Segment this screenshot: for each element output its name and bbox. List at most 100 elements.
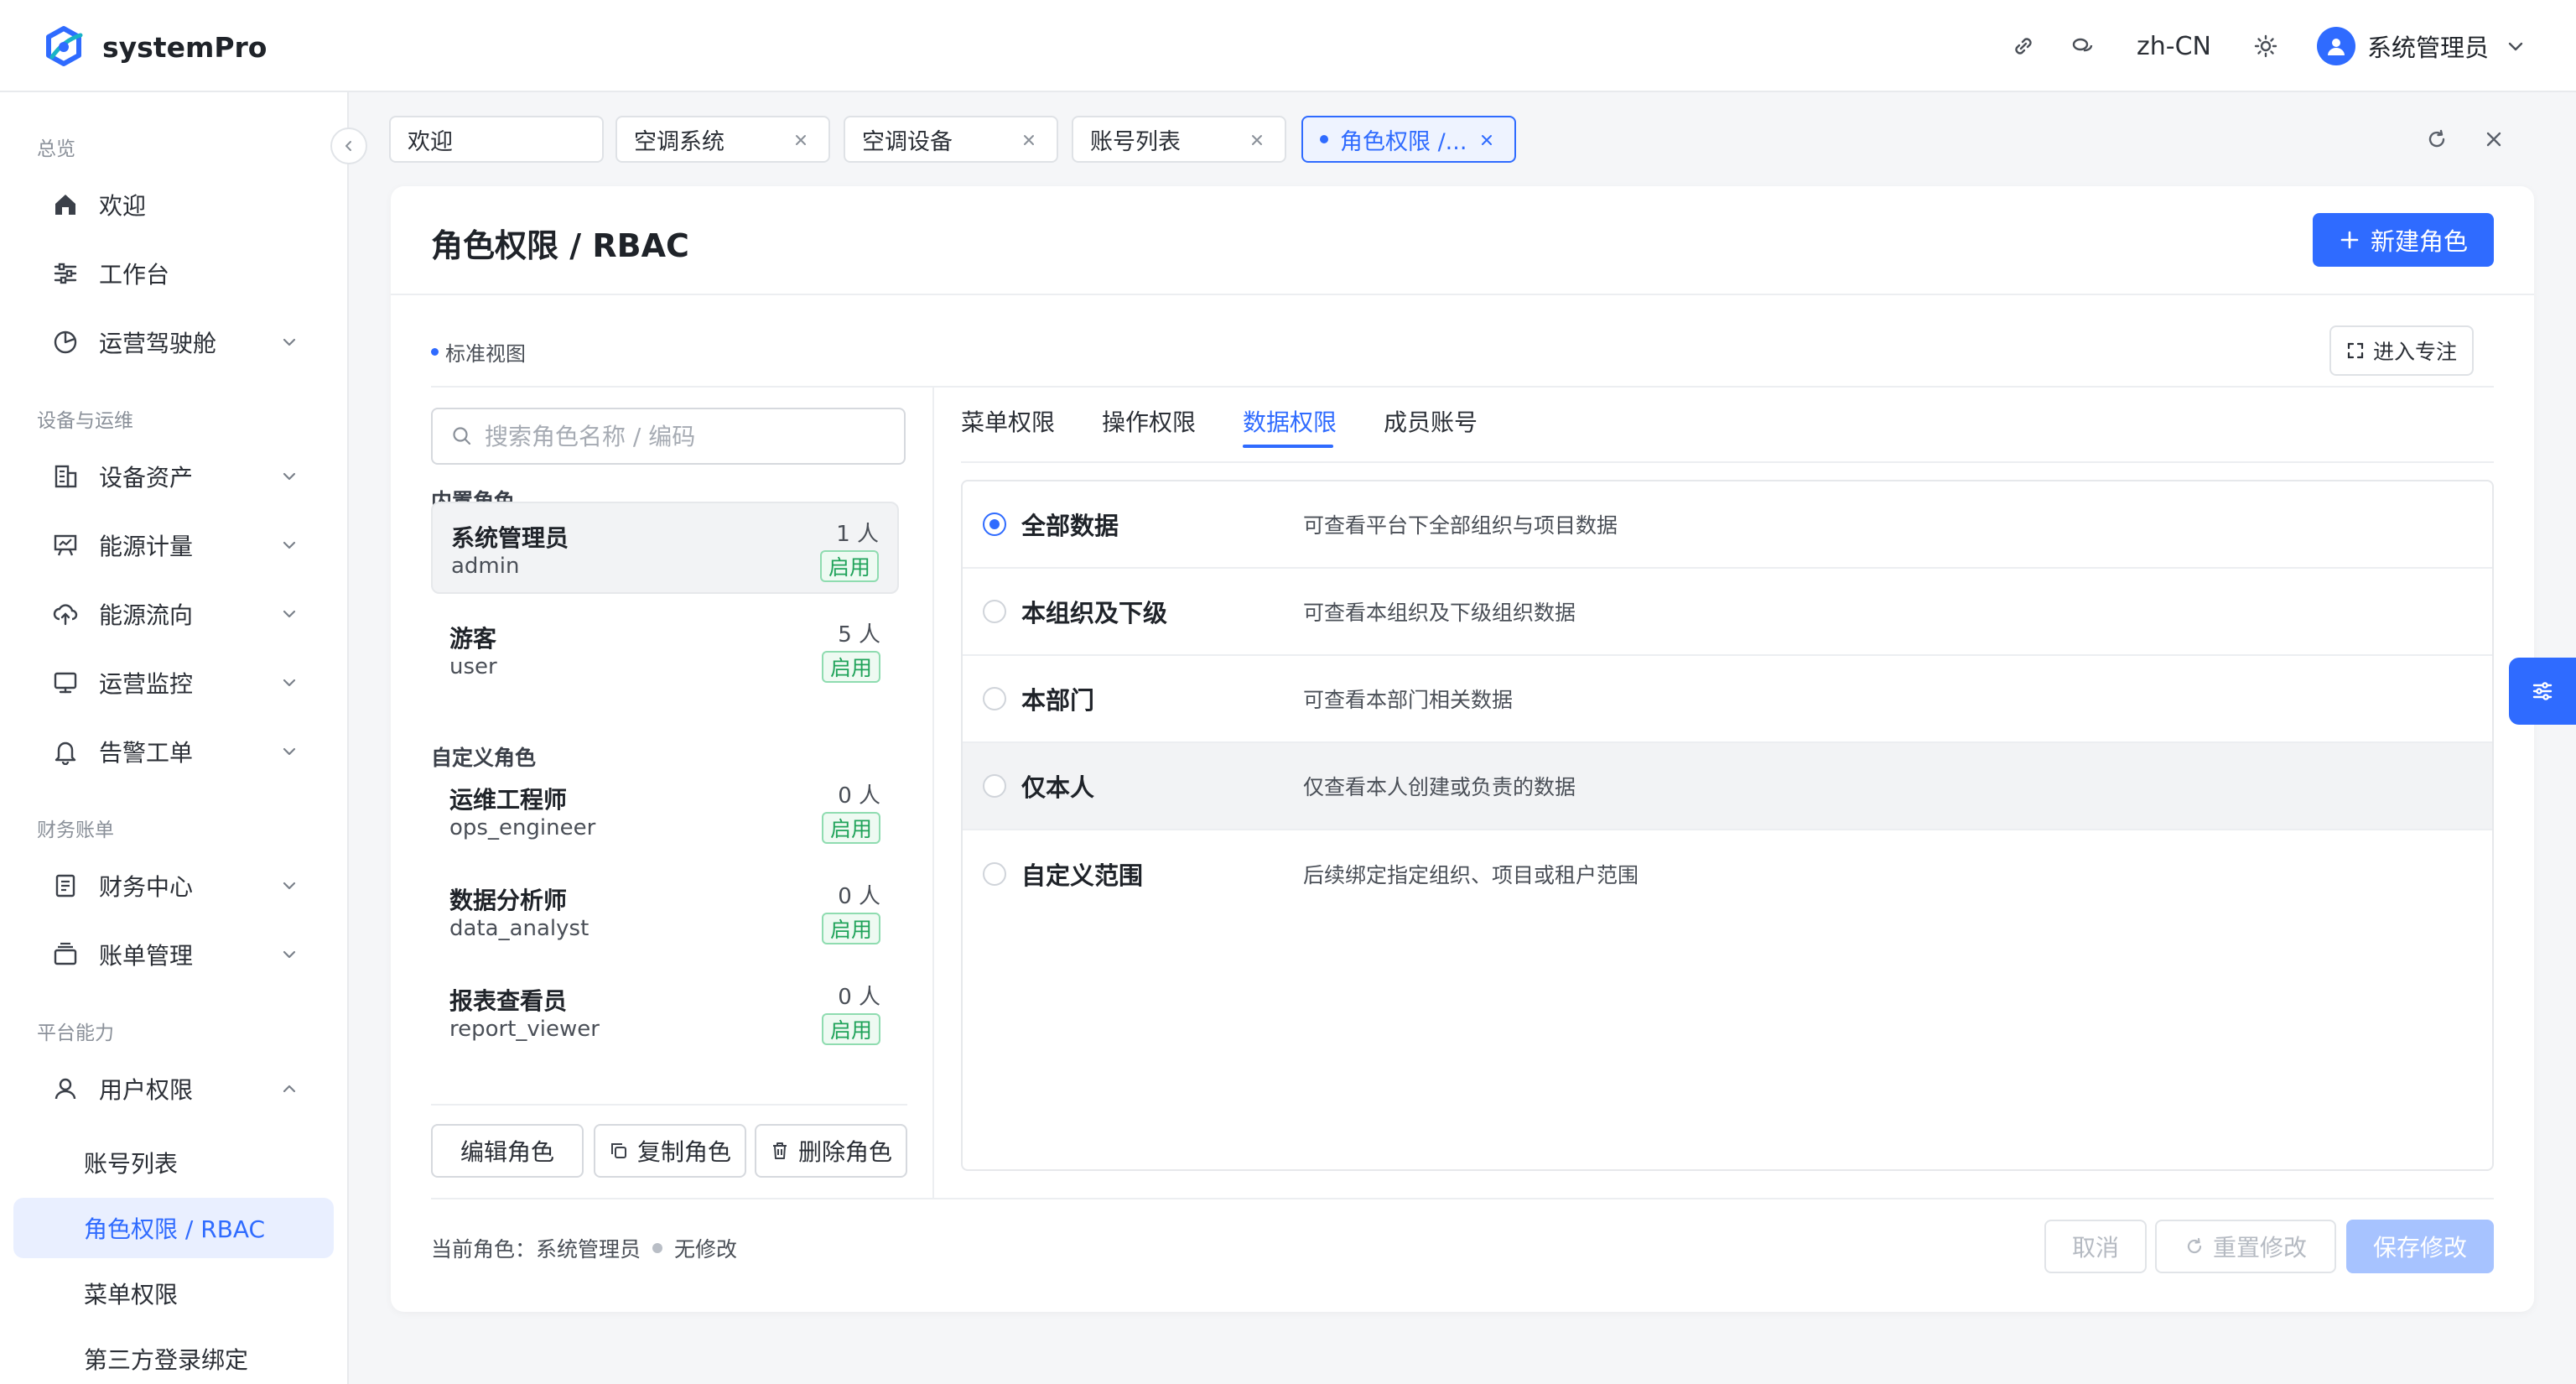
- tab-menu-permissions[interactable]: 菜单权限: [961, 404, 1055, 438]
- data-scope-row-department[interactable]: 本部门 可查看本部门相关数据: [963, 656, 2492, 743]
- sidebar-subitem-accounts[interactable]: 账号列表: [13, 1132, 334, 1193]
- chat-button[interactable]: [2053, 18, 2111, 74]
- focus-label: 进入专注: [2372, 340, 2457, 364]
- radio-button[interactable]: [983, 774, 1006, 798]
- data-scope-row-all[interactable]: 全部数据 可查看平台下全部组织与项目数据: [963, 481, 2492, 569]
- role-code: report_viewer: [449, 1017, 600, 1042]
- sidebar-subitem-third-party-login[interactable]: 第三方登录绑定: [13, 1329, 334, 1384]
- new-role-button[interactable]: 新建角色: [2313, 213, 2494, 267]
- tab-actions: [2408, 122, 2522, 156]
- data-scope-row-self[interactable]: 仅本人 仅查看本人创建或负责的数据: [963, 743, 2492, 830]
- data-scope-name: 全部数据: [1021, 512, 1119, 540]
- sidebar-item-metering[interactable]: 能源计量: [13, 515, 334, 575]
- radio-button[interactable]: [983, 512, 1006, 536]
- role-card-ops-engineer[interactable]: 运维工程师 ops_engineer 0 人 启用: [431, 765, 899, 857]
- tab-accounts[interactable]: 账号列表: [1072, 116, 1286, 163]
- tab-welcome[interactable]: 欢迎: [389, 116, 604, 163]
- home-icon: [50, 190, 80, 220]
- role-card-user[interactable]: 游客 user 5 人 启用: [431, 604, 899, 696]
- nav-group-title: 总览: [37, 138, 75, 160]
- tab-label: 空调系统: [634, 128, 724, 155]
- tab-hvac-equipment[interactable]: 空调设备: [844, 116, 1058, 163]
- sidebar-item-energy-flow[interactable]: 能源流向: [13, 584, 334, 644]
- close-icon[interactable]: [1478, 131, 1496, 149]
- sidebar-item-workbench[interactable]: 工作台: [13, 243, 334, 304]
- reset-changes-button[interactable]: 重置修改: [2155, 1220, 2336, 1273]
- data-scope-row-org-and-sub[interactable]: 本组织及下级 可查看本组织及下级组织数据: [963, 569, 2492, 656]
- data-scope-desc: 仅查看本人创建或负责的数据: [1303, 775, 1576, 799]
- sidebar-item-monitoring[interactable]: 运营监控: [13, 653, 334, 713]
- radio-button[interactable]: [983, 687, 1006, 710]
- sidebar-item-cockpit[interactable]: 运营驾驶舱: [13, 312, 334, 372]
- sidebar-item-welcome[interactable]: 欢迎: [13, 174, 334, 235]
- chat-icon: [2070, 34, 2095, 59]
- delete-role-button[interactable]: 删除角色: [755, 1124, 907, 1178]
- tab-rbac[interactable]: 角色权限 /...: [1301, 116, 1516, 163]
- role-member-count: 0 人: [838, 783, 880, 809]
- cancel-button[interactable]: 取消: [2044, 1220, 2147, 1273]
- tab-action-permissions[interactable]: 操作权限: [1102, 404, 1196, 438]
- role-search-input[interactable]: [485, 422, 887, 450]
- avatar: [2316, 27, 2355, 65]
- sidebar-item-billing[interactable]: 账单管理: [13, 924, 334, 985]
- role-code: user: [449, 654, 497, 679]
- sidebar-subitem-menu-permissions[interactable]: 菜单权限: [13, 1263, 334, 1324]
- focus-mode-button[interactable]: 进入专注: [2329, 325, 2474, 376]
- close-icon[interactable]: [1020, 131, 1038, 149]
- sidebar-subitem-label: 菜单权限: [84, 1281, 179, 1309]
- tab-hvac-system[interactable]: 空调系统: [615, 116, 830, 163]
- role-card-report-viewer[interactable]: 报表查看员 report_viewer 0 人 启用: [431, 966, 899, 1059]
- role-card-admin[interactable]: 系统管理员 admin 1 人 启用: [431, 502, 899, 594]
- floating-settings-button[interactable]: [2509, 658, 2576, 725]
- sidebar-item-assets[interactable]: 设备资产: [13, 446, 334, 507]
- chevron-down-icon: [2506, 36, 2526, 56]
- role-code: ops_engineer: [449, 815, 596, 840]
- rbac-card: 角色权限 / RBAC 新建角色 标准视图 进入专注 内置角色 系统管理员 ad…: [391, 186, 2534, 1312]
- copy-role-button[interactable]: 复制角色: [594, 1124, 746, 1178]
- pane-separator: [932, 388, 934, 1198]
- sidebar-item-user-permissions[interactable]: 用户权限: [13, 1059, 334, 1119]
- wallet-icon: [50, 939, 80, 970]
- plus-icon: [2339, 229, 2360, 251]
- data-scope-desc: 可查看本组织及下级组织数据: [1303, 601, 1576, 625]
- monitor-icon: [50, 668, 80, 698]
- refresh-tab-button[interactable]: [2408, 122, 2465, 156]
- presentation-icon: [50, 530, 80, 560]
- language-switch[interactable]: zh-CN: [2111, 32, 2236, 61]
- radio-button[interactable]: [983, 862, 1006, 886]
- radio-button[interactable]: [983, 600, 1006, 623]
- save-changes-button[interactable]: 保存修改: [2346, 1220, 2494, 1273]
- settings-sliders-icon: [2530, 679, 2555, 704]
- theme-toggle-button[interactable]: [2236, 18, 2295, 74]
- close-tabs-button[interactable]: [2465, 122, 2522, 156]
- data-scope-name: 自定义范围: [1021, 861, 1144, 890]
- role-card-data-analyst[interactable]: 数据分析师 data_analyst 0 人 启用: [431, 866, 899, 958]
- user-menu[interactable]: 系统管理员: [2316, 27, 2526, 65]
- sidebar-collapse-button[interactable]: [330, 127, 367, 164]
- role-name: 数据分析师: [449, 887, 568, 914]
- sidebar-item-finance[interactable]: 财务中心: [13, 856, 334, 916]
- user-icon: [50, 1074, 80, 1104]
- data-scope-row-custom[interactable]: 自定义范围 后续绑定指定组织、项目或租户范围: [963, 830, 2492, 918]
- close-icon[interactable]: [1248, 131, 1266, 149]
- link-button[interactable]: [1994, 18, 2053, 74]
- sidebar-subitem-rbac[interactable]: 角色权限 / RBAC: [13, 1198, 334, 1258]
- view-dot: [431, 348, 439, 356]
- brand[interactable]: systemPro: [40, 23, 267, 70]
- tab-member-accounts[interactable]: 成员账号: [1384, 404, 1478, 438]
- role-search-field[interactable]: [431, 408, 906, 465]
- chevron-up-icon: [280, 1080, 299, 1098]
- edit-role-button[interactable]: 编辑角色: [431, 1124, 584, 1178]
- data-scope-name: 本部门: [1021, 686, 1095, 715]
- tab-data-permissions[interactable]: 数据权限: [1243, 404, 1337, 438]
- chevron-down-icon: [280, 467, 299, 486]
- sidebar-item-alarms[interactable]: 告警工单: [13, 721, 334, 782]
- app-name: systemPro: [102, 30, 267, 64]
- close-icon[interactable]: [792, 131, 810, 149]
- tab-label: 欢迎: [408, 128, 453, 155]
- sidebar-item-label: 财务中心: [99, 873, 194, 901]
- role-name: 系统管理员: [451, 524, 569, 552]
- search-icon: [451, 425, 473, 447]
- refresh-icon: [2184, 1236, 2205, 1257]
- divider: [391, 294, 2534, 295]
